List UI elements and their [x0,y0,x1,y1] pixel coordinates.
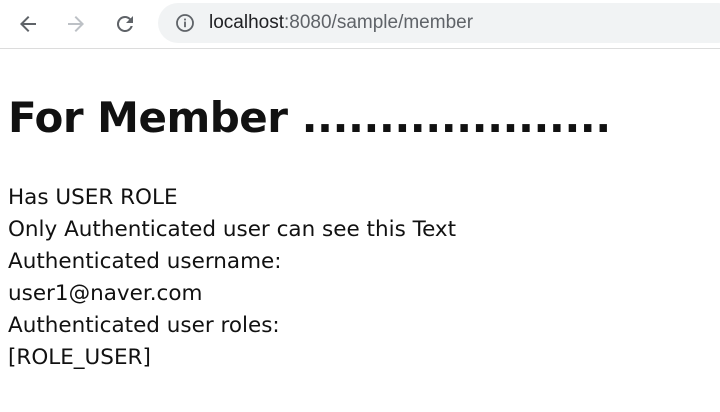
url-path: :8080/sample/member [284,12,474,33]
forward-button[interactable] [60,8,92,40]
address-bar[interactable]: localhost:8080/sample/member [158,3,720,43]
page-content: For Member .................... Has USER… [8,86,712,370]
role-status-text: Has USER ROLE [8,185,178,210]
back-button[interactable] [12,8,44,40]
member-info: Has USER ROLE Only Authenticated user ca… [8,182,456,374]
username-label: Authenticated username: [8,249,282,274]
url-text[interactable]: localhost:8080/sample/member [209,12,473,34]
url-host: localhost [209,12,284,33]
back-arrow-icon [20,16,36,32]
browser-toolbar: localhost:8080/sample/member [0,0,720,49]
forward-arrow-icon [68,16,84,32]
reload-icon [116,15,133,32]
username-value: user1@naver.com [8,281,203,306]
roles-label: Authenticated user roles: [8,313,280,338]
page-heading: For Member .................... [8,93,611,142]
reload-button[interactable] [109,8,141,40]
roles-value: [ROLE_USER] [8,345,151,370]
info-icon[interactable] [175,13,195,33]
auth-only-text: Only Authenticated user can see this Tex… [8,217,457,242]
